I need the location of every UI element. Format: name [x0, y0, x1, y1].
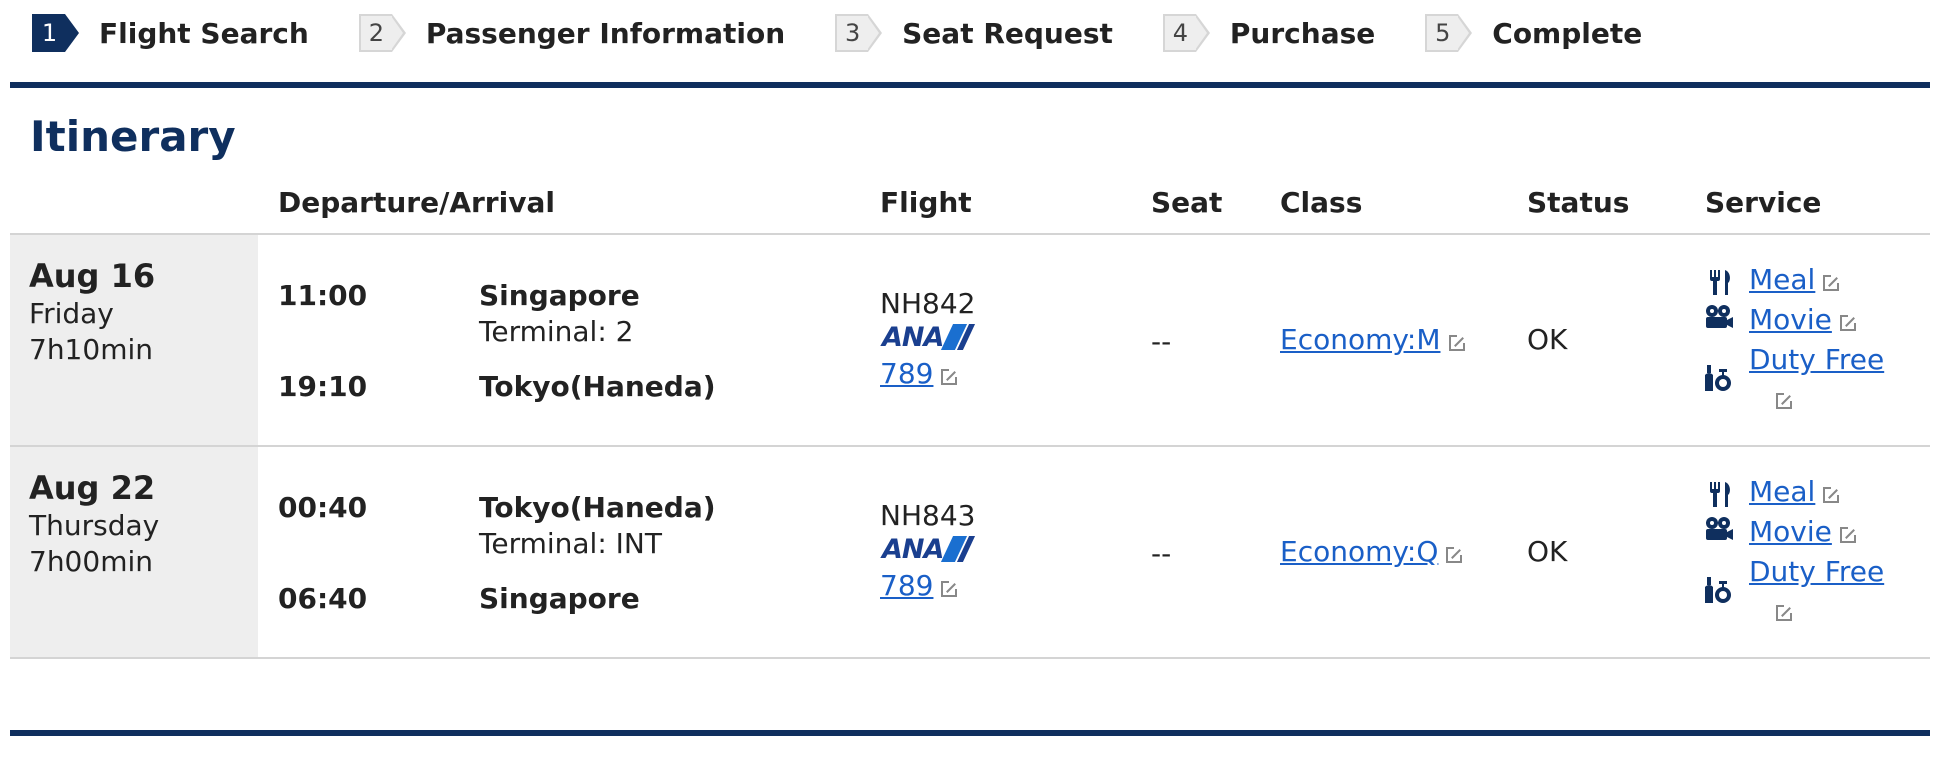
arrival-city: Singapore — [479, 582, 640, 615]
meal-link[interactable]: Meal — [1749, 475, 1815, 508]
departure-time: 11:00 — [278, 279, 368, 312]
header-seat: Seat — [1151, 186, 1223, 219]
ana-logo: ANA — [882, 533, 976, 565]
aircraft-link[interactable]: 789 — [880, 357, 933, 390]
departure-terminal: Terminal: INT — [479, 527, 662, 560]
fare-class-link[interactable]: Economy:Q — [1280, 535, 1438, 568]
movie-link[interactable]: Movie — [1749, 303, 1832, 336]
external-link-icon — [1839, 314, 1857, 331]
class-link-wrap: Economy:Q — [1280, 535, 1464, 568]
header-status: Status — [1527, 186, 1630, 219]
bottom-divider — [10, 730, 1930, 736]
meal-icon — [1710, 482, 1730, 507]
aircraft-link-wrap: 789 — [880, 569, 959, 602]
duty-free-icon — [1705, 365, 1731, 391]
duty-free-link-wrap: Duty Free — [1749, 343, 1884, 376]
meal-link[interactable]: Meal — [1749, 263, 1815, 296]
meal-link-wrap: Meal — [1749, 263, 1841, 296]
seat-value: -- — [1151, 325, 1172, 358]
header-flight: Flight — [880, 186, 972, 219]
top-divider — [10, 82, 1930, 88]
header-departure-arrival: Departure/Arrival — [278, 186, 555, 219]
header-service: Service — [1705, 186, 1822, 219]
ana-logo: ANA — [882, 321, 976, 353]
step-number: 2 — [358, 14, 406, 52]
duty-free-link-wrap: Duty Free — [1749, 555, 1884, 588]
flight-date: Aug 16 — [29, 257, 156, 295]
external-link-icon — [1839, 526, 1857, 543]
external-link-icon — [1776, 604, 1793, 621]
external-link-icon — [941, 580, 959, 597]
flight-weekday: Thursday — [29, 509, 160, 542]
seat-value: -- — [1151, 537, 1172, 570]
flight-duration: 7h10min — [29, 333, 153, 366]
ana-logo-text: ANA — [882, 321, 944, 353]
duty-free-link[interactable]: Duty Free — [1749, 343, 1884, 376]
aircraft-link-wrap: 789 — [880, 357, 959, 390]
step-label: Complete — [1492, 16, 1643, 50]
row-divider — [10, 657, 1930, 659]
step-number: 4 — [1162, 14, 1210, 52]
class-link-wrap: Economy:M — [1280, 323, 1466, 356]
movie-icon — [1706, 517, 1733, 540]
step-passenger-information: 2 Passenger Information — [358, 14, 786, 52]
step-number: 3 — [835, 14, 883, 52]
step-label: Purchase — [1229, 16, 1376, 50]
step-purchase: 4 Purchase — [1162, 14, 1376, 52]
step-label: Passenger Information — [425, 16, 786, 50]
step-complete: 5 Complete — [1425, 14, 1642, 52]
movie-link[interactable]: Movie — [1749, 515, 1832, 548]
meal-icon — [1710, 270, 1730, 295]
external-link-icon — [1823, 274, 1841, 291]
external-link-icon — [1446, 546, 1464, 563]
duty-free-link[interactable]: Duty Free — [1749, 555, 1884, 588]
step-flight-search: 1 Flight Search — [32, 14, 309, 52]
step-label: Flight Search — [99, 16, 309, 50]
flight-number: NH843 — [880, 499, 976, 532]
departure-city: Singapore — [479, 279, 640, 312]
departure-time: 00:40 — [278, 491, 368, 524]
flight-date: Aug 22 — [29, 469, 156, 507]
flight-duration: 7h00min — [29, 545, 153, 578]
fare-class-link[interactable]: Economy:M — [1280, 323, 1441, 356]
progress-steps: 1 Flight Search 2 Passenger Information … — [32, 12, 1692, 54]
external-link-icon — [1776, 392, 1793, 409]
movie-link-wrap: Movie — [1749, 303, 1857, 336]
meal-link-wrap: Meal — [1749, 475, 1841, 508]
movie-link-wrap: Movie — [1749, 515, 1857, 548]
departure-city: Tokyo(Haneda) — [479, 491, 716, 524]
movie-icon — [1706, 305, 1733, 328]
step-number: 1 — [32, 14, 79, 52]
arrival-time: 19:10 — [278, 370, 368, 403]
header-class: Class — [1280, 186, 1363, 219]
arrival-city: Tokyo(Haneda) — [479, 370, 716, 403]
flight-number: NH842 — [880, 287, 976, 320]
external-link-icon — [1448, 334, 1466, 351]
external-link-icon — [1823, 486, 1841, 503]
ana-logo-text: ANA — [882, 533, 944, 565]
departure-terminal: Terminal: 2 — [479, 315, 634, 348]
itinerary-row: Aug 16 Friday 7h10min 11:00 Singapore Te… — [10, 235, 1930, 447]
aircraft-link[interactable]: 789 — [880, 569, 933, 602]
arrival-time: 06:40 — [278, 582, 368, 615]
duty-free-icon — [1705, 577, 1731, 603]
step-label: Seat Request — [902, 16, 1113, 50]
status-value: OK — [1527, 535, 1568, 568]
step-seat-request: 3 Seat Request — [835, 14, 1113, 52]
step-number: 5 — [1425, 14, 1473, 52]
external-link-icon — [941, 368, 959, 385]
status-value: OK — [1527, 323, 1568, 356]
flight-weekday: Friday — [29, 297, 114, 330]
itinerary-row: Aug 22 Thursday 7h00min 00:40 Tokyo(Hane… — [10, 447, 1930, 659]
page-title: Itinerary — [30, 112, 236, 161]
